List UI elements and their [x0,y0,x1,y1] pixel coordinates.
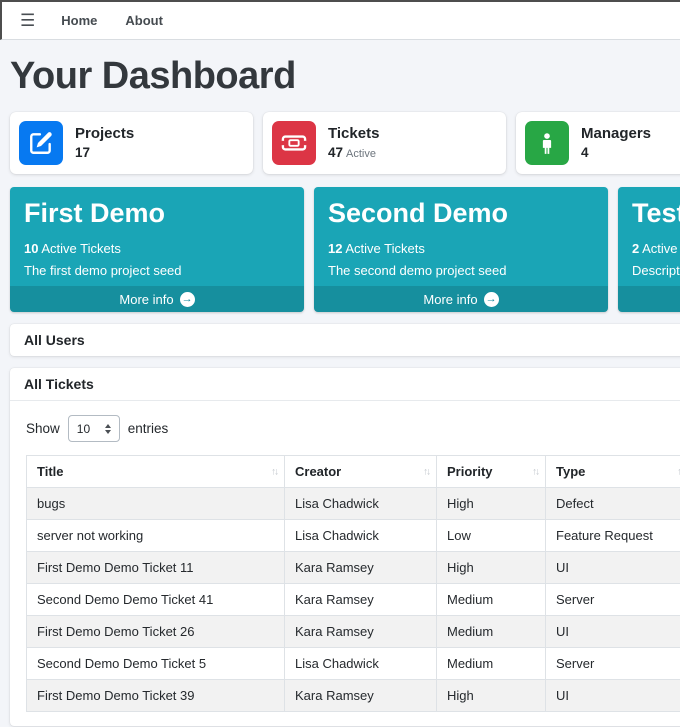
cell-creator: Kara Ramsey [285,552,437,584]
content-area: Your Dashboard Projects 17 [0,55,680,726]
project-description: The second demo project seed [328,260,594,282]
select-caret-icon [105,424,111,434]
cell-creator: Kara Ramsey [285,680,437,712]
all-users-panel: All Users [10,324,680,356]
sort-icon: ↑↓ [423,466,429,477]
cell-priority: Medium [437,616,546,648]
table-row: First Demo Demo Ticket 26 Kara Ramsey Me… [27,616,680,648]
cell-type: Server [546,584,680,616]
cell-creator: Kara Ramsey [285,584,437,616]
cell-title: bugs [27,488,285,520]
stat-suffix: Active [346,148,376,160]
cell-priority: Medium [437,584,546,616]
stat-card-tickets: Tickets 47Active [263,112,506,174]
project-card-second-demo: Second Demo 12 Active Tickets The second… [314,187,608,312]
ticket-icon [272,121,316,165]
all-users-panel-title: All Users [10,324,680,356]
cell-creator: Kara Ramsey [285,616,437,648]
cell-title: First Demo Demo Ticket 11 [27,552,285,584]
table-row: bugs Lisa Chadwick High Defect [27,488,680,520]
stat-value: 17 [75,145,90,160]
project-active-tickets: 2 Active Tickets [632,238,680,260]
cell-creator: Lisa Chadwick [285,648,437,680]
cell-priority: High [437,680,546,712]
table-row: server not working Lisa Chadwick Low Fea… [27,520,680,552]
stat-card-row: Projects 17 Tickets 47Active [10,112,680,174]
cell-title: Second Demo Demo Ticket 41 [27,584,285,616]
stat-label: Tickets [328,124,379,144]
project-card-test: Test 2 Active Tickets Description More i… [618,187,680,312]
stat-card-managers: Managers 4 [516,112,680,174]
project-active-tickets: 12 Active Tickets [328,238,594,260]
show-label: Show [26,421,60,436]
cell-type: Defect [546,488,680,520]
table-length-control: Show 10 entries [26,415,680,442]
nav-link-home[interactable]: Home [47,3,111,38]
cell-type: UI [546,616,680,648]
nav-link-about[interactable]: About [111,3,177,38]
table-row: First Demo Demo Ticket 11 Kara Ramsey Hi… [27,552,680,584]
stat-card-projects: Projects 17 [10,112,253,174]
project-title: First Demo [24,198,290,229]
project-description: Description [632,260,680,282]
cell-type: Server [546,648,680,680]
sort-icon: ↑↓ [532,466,538,477]
column-header-type[interactable]: Type↑↓ [546,456,680,488]
project-title: Second Demo [328,198,594,229]
table-row: Second Demo Demo Ticket 41 Kara Ramsey M… [27,584,680,616]
page-title: Your Dashboard [10,55,680,98]
arrow-circle-icon: → [180,292,195,307]
more-info-link[interactable]: More info → [314,286,608,312]
more-info-link[interactable]: More info → [10,286,304,312]
person-icon [525,121,569,165]
cell-type: Feature Request [546,520,680,552]
cell-title: server not working [27,520,285,552]
column-header-creator[interactable]: Creator↑↓ [285,456,437,488]
project-title: Test [632,198,680,229]
project-card-first-demo: First Demo 10 Active Tickets The first d… [10,187,304,312]
project-card-row: First Demo 10 Active Tickets The first d… [10,187,680,312]
table-row: Second Demo Demo Ticket 5 Lisa Chadwick … [27,648,680,680]
cell-title: First Demo Demo Ticket 26 [27,616,285,648]
project-active-tickets: 10 Active Tickets [24,238,290,260]
cell-priority: Medium [437,648,546,680]
arrow-circle-icon: → [484,292,499,307]
cell-priority: Low [437,520,546,552]
cell-type: UI [546,552,680,584]
edit-icon [19,121,63,165]
column-header-title[interactable]: Title↑↓ [27,456,285,488]
cell-priority: High [437,552,546,584]
all-tickets-panel: All Tickets Show 10 entries Title↑↓ Crea… [10,368,680,726]
hamburger-menu-icon[interactable]: ☰ [14,9,41,33]
stat-value: 47 [328,145,343,160]
top-navbar: ☰ Home About [0,0,680,40]
table-row: First Demo Demo Ticket 39 Kara Ramsey Hi… [27,680,680,712]
project-description: The first demo project seed [24,260,290,282]
cell-priority: High [437,488,546,520]
cell-title: First Demo Demo Ticket 39 [27,680,285,712]
stat-value: 4 [581,145,589,160]
table-header-row: Title↑↓ Creator↑↓ Priority↑↓ Type↑↓ [27,456,680,488]
stat-label: Managers [581,124,651,144]
cell-creator: Lisa Chadwick [285,488,437,520]
sort-icon: ↑↓ [271,466,277,477]
stat-label: Projects [75,124,134,144]
cell-creator: Lisa Chadwick [285,520,437,552]
tickets-table: Title↑↓ Creator↑↓ Priority↑↓ Type↑↓ bugs… [26,455,680,712]
all-tickets-panel-title: All Tickets [10,368,680,401]
cell-type: UI [546,680,680,712]
column-header-priority[interactable]: Priority↑↓ [437,456,546,488]
cell-title: Second Demo Demo Ticket 5 [27,648,285,680]
entries-select[interactable]: 10 [68,415,120,442]
more-info-link[interactable]: More info → [618,286,680,312]
entries-label: entries [128,421,169,436]
